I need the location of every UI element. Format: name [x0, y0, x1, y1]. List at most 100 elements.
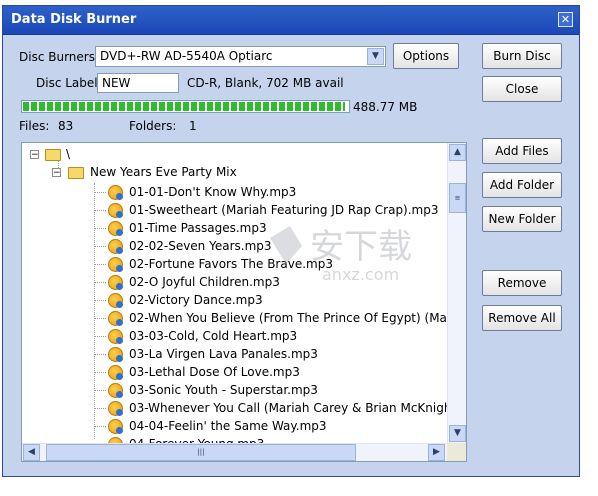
disc-burner-select[interactable]: DVD+-RW AD-5540A Optiarc ▼ [95, 46, 386, 67]
file-list-item[interactable]: 04-04-Feelin' the Same Way.mp3 [94, 417, 447, 435]
file-name: 02-Victory Dance.mp3 [129, 293, 263, 307]
file-list-item[interactable]: 02-When You Believe (From The Prince Of … [94, 309, 447, 327]
mp3-file-icon [108, 401, 123, 416]
mp3-file-icon [108, 293, 123, 308]
file-name: 03-La Virgen Lava Panales.mp3 [129, 347, 318, 361]
mp3-file-icon [108, 239, 123, 254]
file-name: 03-Lethal Dose Of Love.mp3 [129, 365, 300, 379]
scroll-down-icon[interactable]: ▼ [449, 425, 466, 442]
scroll-left-icon[interactable]: ◀ [23, 444, 40, 461]
mp3-file-icon [108, 365, 123, 380]
watermark-text: 安下载 [310, 227, 412, 267]
mp3-file-icon [108, 347, 123, 362]
folder-label: New Years Eve Party Mix [90, 165, 237, 179]
mp3-file-icon [108, 311, 123, 326]
tree-connector [94, 354, 106, 355]
mp3-file-icon [108, 185, 123, 200]
file-list-item[interactable]: 03-Lethal Dose Of Love.mp3 [94, 363, 447, 381]
file-name: 03-03-Cold, Cold Heart.mp3 [129, 329, 298, 343]
mp3-file-icon [108, 383, 123, 398]
file-name: 04-Forever Young.mp3 [129, 435, 264, 443]
tree-connector [94, 282, 106, 283]
mp3-file-icon [108, 221, 123, 236]
chevron-down-icon[interactable]: ▼ [367, 48, 384, 65]
file-tree-content: − \ − New Years Eve Party Mix 01-01-Don'… [22, 143, 447, 443]
tree-connector [94, 210, 106, 211]
tree-connector [94, 300, 106, 301]
folders-count: 1 [189, 119, 197, 133]
mp3-file-icon [108, 203, 123, 218]
collapse-icon[interactable]: − [30, 150, 39, 160]
disc-burners-label: Disc Burners: [19, 50, 100, 64]
scrollbar-corner [447, 443, 466, 461]
used-size-text: 488.77 MB [353, 100, 418, 114]
file-name: 01-Sweetheart (Mariah Featuring JD Rap C… [129, 203, 439, 217]
folder-icon [68, 167, 84, 179]
mp3-file-icon [108, 329, 123, 344]
horizontal-scroll-thumb[interactable]: ||| [46, 444, 356, 461]
vertical-scrollbar[interactable]: ▲ ≡ ▼ [447, 143, 466, 443]
tree-connector [94, 390, 106, 391]
file-name: 03-Sonic Youth - Superstar.mp3 [129, 383, 318, 397]
window-title: Data Disk Burner [11, 12, 137, 27]
watermark-logo: 安下载 anxz.com [270, 226, 412, 284]
tree-connector [94, 192, 106, 193]
file-list-item[interactable]: 03-La Virgen Lava Panales.mp3 [94, 345, 447, 363]
add-folder-button[interactable]: Add Folder [482, 172, 562, 198]
remove-all-button[interactable]: Remove All [482, 305, 562, 331]
file-name: 01-01-Don't Know Why.mp3 [129, 185, 297, 199]
watermark-subtext: anxz.com [322, 265, 399, 284]
file-name: 03-Whenever You Call (Mariah Carey & Bri… [129, 401, 447, 415]
file-list-item[interactable]: 03-Whenever You Call (Mariah Carey & Bri… [94, 399, 447, 417]
file-name: 02-When You Believe (From The Prince Of … [129, 311, 447, 325]
tree-connector [94, 336, 106, 337]
mp3-file-icon [108, 257, 123, 272]
progress-fill [23, 102, 345, 111]
disc-label-label: Disc Label: [36, 76, 102, 90]
root-label: \ [66, 147, 71, 161]
file-name: 02-O Joyful Children.mp3 [129, 275, 280, 289]
horizontal-scrollbar[interactable]: ◀ ||| ▶ [22, 443, 447, 461]
file-name: 04-04-Feelin' the Same Way.mp3 [129, 419, 327, 433]
tree-root-node[interactable]: − \ [30, 145, 150, 163]
add-files-button[interactable]: Add Files [482, 138, 562, 164]
mp3-file-icon [108, 419, 123, 434]
file-name: 02-02-Seven Years.mp3 [129, 239, 272, 253]
mp3-file-icon [108, 275, 123, 290]
tree-connector [94, 246, 106, 247]
tree-connector [94, 426, 106, 427]
close-button[interactable]: Close [482, 76, 562, 102]
scroll-thumb[interactable]: ≡ [449, 183, 466, 213]
files-label: Files: [19, 119, 50, 133]
burn-disc-button[interactable]: Burn Disc [482, 43, 562, 69]
file-list-item[interactable]: 04-Forever Young.mp3 [94, 435, 447, 443]
disc-burner-value: DVD+-RW AD-5540A Optiarc [100, 49, 273, 63]
remove-button[interactable]: Remove [482, 270, 562, 296]
tree-connector [94, 264, 106, 265]
file-name: 01-Time Passages.mp3 [129, 221, 267, 235]
disc-info-text: CD-R, Blank, 702 MB avail [187, 76, 344, 90]
close-window-button[interactable]: ✕ [558, 12, 573, 27]
title-bar[interactable]: Data Disk Burner ✕ [3, 6, 579, 35]
new-folder-button[interactable]: New Folder [482, 206, 562, 232]
folders-label: Folders: [129, 119, 177, 133]
collapse-icon[interactable]: − [52, 168, 61, 178]
file-tree[interactable]: − \ − New Years Eve Party Mix 01-01-Don'… [21, 142, 467, 462]
tree-folder-node[interactable]: − New Years Eve Party Mix [52, 163, 312, 181]
scroll-up-icon[interactable]: ▲ [449, 144, 466, 161]
options-button[interactable]: Options [393, 43, 459, 69]
disc-label-input[interactable]: NEW [97, 73, 179, 93]
file-list-item[interactable]: 01-Sweetheart (Mariah Featuring JD Rap C… [94, 201, 447, 219]
file-list-item[interactable]: 03-03-Cold, Cold Heart.mp3 [94, 327, 447, 345]
tree-connector [94, 318, 106, 319]
folder-icon [45, 149, 61, 161]
tree-connector [94, 372, 106, 373]
watermark-shield-icon [270, 226, 302, 264]
scroll-right-icon[interactable]: ▶ [428, 444, 445, 461]
file-list-item[interactable]: 02-Victory Dance.mp3 [94, 291, 447, 309]
file-list-item[interactable]: 01-01-Don't Know Why.mp3 [94, 183, 447, 201]
file-list-item[interactable]: 03-Sonic Youth - Superstar.mp3 [94, 381, 447, 399]
disc-usage-progress-bar [21, 100, 350, 113]
tree-connector [94, 228, 106, 229]
files-count: 83 [58, 119, 74, 133]
